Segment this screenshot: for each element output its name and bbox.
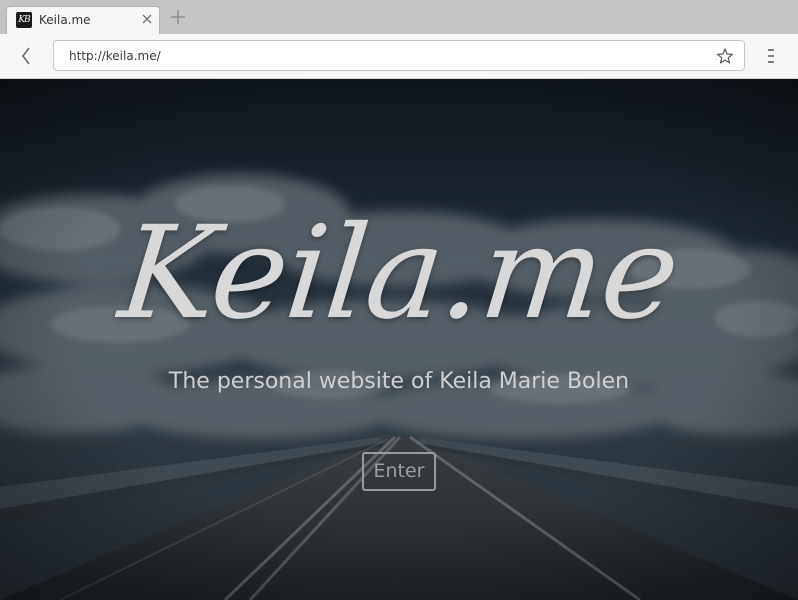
close-icon[interactable] (140, 12, 154, 26)
hero-section: Keila.me The personal website of Keila M… (0, 79, 798, 600)
url-text[interactable]: http://keila.me/ (69, 48, 161, 64)
star-icon[interactable] (716, 47, 734, 65)
site-tagline: The personal website of Keila Marie Bole… (168, 369, 630, 394)
enter-button[interactable]: Enter (362, 452, 436, 491)
tab-title: Keila.me (39, 13, 91, 27)
address-bar[interactable]: http://keila.me/ (53, 40, 745, 71)
browser-toolbar: http://keila.me/ (0, 34, 798, 79)
tab-strip: KB Keila.me (0, 0, 798, 34)
plus-icon[interactable] (170, 9, 186, 25)
site-brand-title: Keila.me (113, 199, 685, 348)
chevron-left-icon[interactable] (16, 45, 36, 67)
browser-tab[interactable]: KB Keila.me (6, 6, 160, 34)
site-favicon-icon: KB (16, 12, 32, 28)
menu-icon[interactable] (762, 46, 780, 66)
